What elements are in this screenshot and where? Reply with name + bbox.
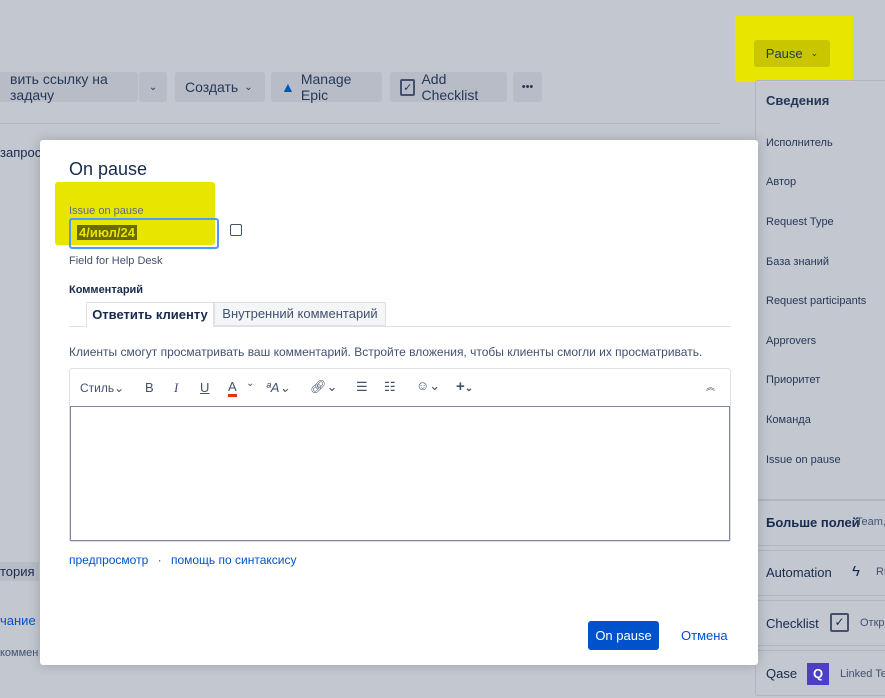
- create-label: Создать: [185, 79, 239, 95]
- comment-label: Комментарий: [69, 284, 144, 296]
- style-dropdown[interactable]: Стиль⌄: [80, 381, 124, 395]
- editor: Стиль⌄ B I U A ⌄ ªA⌄ 🔗︎⌄ ☰ ☷ ☺⌄ +⌄ ︽: [69, 368, 731, 542]
- pause-button[interactable]: Pause ⌄: [754, 40, 830, 67]
- on-pause-submit-button[interactable]: On pause: [588, 621, 659, 650]
- date-value: 4/июл/24: [77, 225, 137, 240]
- emoji-icon[interactable]: ☺⌄: [416, 378, 440, 394]
- tab-reply-customer[interactable]: Ответить клиенту: [86, 302, 214, 327]
- tab-internal-comment[interactable]: Внутренний комментарий: [214, 302, 386, 326]
- manage-epic-button[interactable]: ▲ Manage Epic: [271, 71, 382, 103]
- tab-label: Ответить клиенту: [92, 307, 208, 322]
- italic-icon[interactable]: I: [174, 380, 178, 396]
- numbered-list-icon[interactable]: ☷: [384, 379, 396, 395]
- qase-panel[interactable]: Qase Q Linked Tes: [755, 650, 885, 696]
- manage-epic-label: Manage Epic: [300, 71, 352, 103]
- editor-toolbar: [70, 369, 730, 407]
- more-fields-panel[interactable]: Больше полей Team,: [755, 500, 885, 546]
- editor-links: предпросмотр · помощь по синтаксису: [69, 553, 296, 567]
- bold-icon[interactable]: B: [145, 380, 154, 395]
- text-format-icon[interactable]: ªA⌄: [266, 380, 290, 396]
- syntax-help-link[interactable]: помощь по синтаксису: [171, 553, 297, 567]
- visibility-info: Клиенты смогут просматривать ваш коммент…: [69, 345, 703, 359]
- link-issue-label: вить ссылку на задачу: [10, 71, 108, 103]
- chevron-down-icon: ⌄: [148, 81, 158, 93]
- tab-label: Внутренний комментарий: [222, 306, 378, 321]
- checklist-hint: Откр: [860, 617, 885, 629]
- create-button[interactable]: Создать ⌄: [175, 72, 265, 102]
- qase-hint: Linked Tes: [840, 668, 885, 680]
- field-issue-on-pause: Issue on pause: [766, 454, 841, 466]
- details-title: Сведения: [766, 93, 830, 108]
- field-assignee: Исполнитель: [766, 137, 833, 149]
- link-issue-button[interactable]: вить ссылку на задачу: [0, 71, 138, 103]
- request-text: запрос: [0, 145, 42, 160]
- date-input[interactable]: 4/июл/24: [69, 218, 219, 249]
- add-checklist-button[interactable]: ✓ Add Checklist: [390, 71, 507, 103]
- field-reporter: Автор: [766, 176, 797, 188]
- field-request-participants: Request participants: [766, 295, 867, 307]
- divider: [0, 123, 720, 124]
- chevron-down-icon: ⌄: [810, 48, 819, 58]
- style-label: Стиль: [80, 381, 115, 395]
- qase-logo-icon: Q: [807, 663, 829, 685]
- calendar-icon[interactable]: [230, 224, 242, 236]
- link-icon[interactable]: 🔗︎⌄: [310, 379, 337, 395]
- more-fields-label: Больше полей: [766, 515, 860, 530]
- automation-hint: Ru: [876, 566, 885, 578]
- checkbox-icon: ✓: [830, 613, 849, 632]
- comment-text: коммен: [0, 647, 39, 659]
- cancel-label: Отмена: [681, 628, 728, 643]
- qase-label: Qase: [766, 666, 798, 681]
- link-issue-dropdown[interactable]: ⌄: [139, 72, 167, 102]
- collapse-toolbar-icon[interactable]: ︽: [706, 380, 715, 393]
- field-knowledge-base: База знаний: [766, 256, 830, 268]
- insert-plus-icon[interactable]: +⌄: [456, 378, 473, 395]
- checklist-panel[interactable]: Checklist ✓ Откр: [755, 600, 885, 646]
- preview-link[interactable]: предпросмотр: [69, 553, 148, 567]
- comment-textarea[interactable]: [70, 407, 730, 541]
- atlassian-logo-icon: ▲: [281, 79, 295, 95]
- bullet-list-icon[interactable]: ☰: [356, 379, 368, 395]
- field-request-type: Request Type: [766, 216, 834, 228]
- lightning-icon: ϟ: [852, 563, 860, 580]
- separator: ·: [157, 553, 162, 567]
- pause-label: Pause: [765, 46, 803, 61]
- field-priority: Приоритет: [766, 374, 821, 386]
- chevron-down-icon: ⌄: [244, 81, 253, 93]
- checkbox-icon: ✓: [400, 78, 416, 96]
- tab-link[interactable]: чание: [0, 613, 36, 628]
- submit-label: On pause: [595, 628, 652, 643]
- checklist-label: Checklist: [766, 616, 819, 631]
- more-button[interactable]: •••: [513, 72, 542, 102]
- more-fields-hint: Team,: [856, 516, 885, 528]
- underline-icon[interactable]: U: [200, 380, 209, 395]
- on-pause-dialog: On pause Issue on pause 4/июл/24 Field f…: [40, 140, 758, 665]
- history-tab[interactable]: тория: [0, 562, 39, 581]
- text-color-icon[interactable]: A: [228, 380, 237, 397]
- field-approvers: Approvers: [766, 335, 817, 347]
- chevron-down-icon[interactable]: ⌄: [246, 378, 254, 389]
- add-checklist-label: Add Checklist: [421, 71, 479, 103]
- field-team: Команда: [766, 414, 811, 426]
- automation-label: Automation: [766, 565, 832, 580]
- date-label: Issue on pause: [69, 205, 144, 217]
- dialog-title: On pause: [69, 159, 148, 179]
- automation-panel[interactable]: Automation ϟ Ru: [755, 550, 885, 596]
- more-icon: •••: [521, 81, 534, 93]
- date-help: Field for Help Desk: [69, 255, 163, 267]
- cancel-button[interactable]: Отмена: [681, 628, 728, 643]
